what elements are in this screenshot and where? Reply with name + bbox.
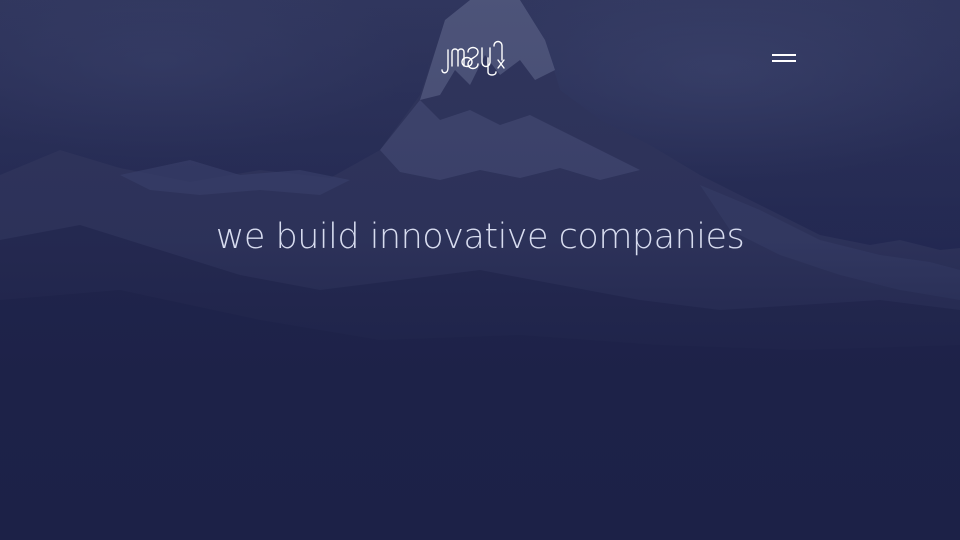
hero-headline: we build innovative companies (215, 217, 745, 257)
hero-section: muoffice we build innovative companies (0, 0, 960, 540)
brand-logo[interactable]: muoffice (438, 38, 508, 78)
overlay-tint (0, 0, 960, 540)
hamburger-menu-icon-bottom-bar (772, 60, 796, 62)
logo-icon: muoffice (441, 40, 505, 76)
hamburger-menu-button[interactable] (768, 49, 800, 67)
hamburger-menu-icon-top-bar (772, 54, 796, 56)
